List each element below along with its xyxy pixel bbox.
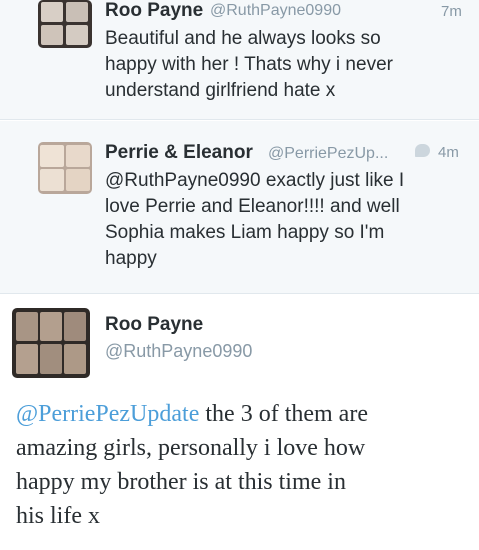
- author-handle[interactable]: @RuthPayne0990: [210, 2, 341, 20]
- tweet-text-line: love Perrie and Eleanor!!!! and well: [105, 196, 400, 217]
- tweet-text-line: his life x: [16, 503, 100, 529]
- tweet-text-line: happy my brother is at this time in: [16, 469, 346, 495]
- tweet-text-line: @RuthPayne0990 exactly just like I: [105, 170, 405, 191]
- author-name[interactable]: Roo Payne: [105, 314, 203, 336]
- author-handle[interactable]: @PerriePezUp...: [268, 145, 388, 163]
- tweet-item[interactable]: Roo Payne @RuthPayne0990 7m Beautiful an…: [0, 0, 479, 120]
- tweet-text-line: @PerriePezUpdate the 3 of them are: [16, 397, 368, 431]
- tweet-timestamp: 4m: [438, 144, 459, 161]
- tweet-text-line: happy with her ! Thats why i never: [105, 54, 393, 75]
- author-name[interactable]: Perrie & Eleanor: [105, 142, 253, 164]
- author-name[interactable]: Roo Payne: [105, 0, 203, 22]
- tweet-text-line: Sophia makes Liam happy so I'm: [105, 222, 385, 243]
- tweet-text: @RuthPayne0990 exactly just like I love …: [105, 168, 404, 272]
- mention-link[interactable]: @PerriePezUpdate: [16, 401, 199, 427]
- tweet-timestamp: 7m: [441, 3, 462, 20]
- avatar[interactable]: [38, 142, 92, 194]
- tweet-text-line: Beautiful and he always looks so: [105, 28, 381, 49]
- tweet-text-line: understand girlfriend hate x: [105, 80, 336, 101]
- author-handle[interactable]: @RuthPayne0990: [105, 341, 252, 362]
- tweet-text: Beautiful and he always looks so happy w…: [105, 26, 393, 104]
- conversation-icon: [415, 144, 430, 157]
- tweet-text-line: amazing girls, personally i love how: [16, 435, 366, 461]
- avatar[interactable]: [38, 0, 92, 48]
- tweet-text-line: happy: [105, 248, 157, 269]
- avatar[interactable]: [12, 308, 90, 378]
- tweet-text: @PerriePezUpdate the 3 of them are amazi…: [16, 397, 368, 533]
- tweet-text-segment: the 3 of them are: [199, 401, 368, 427]
